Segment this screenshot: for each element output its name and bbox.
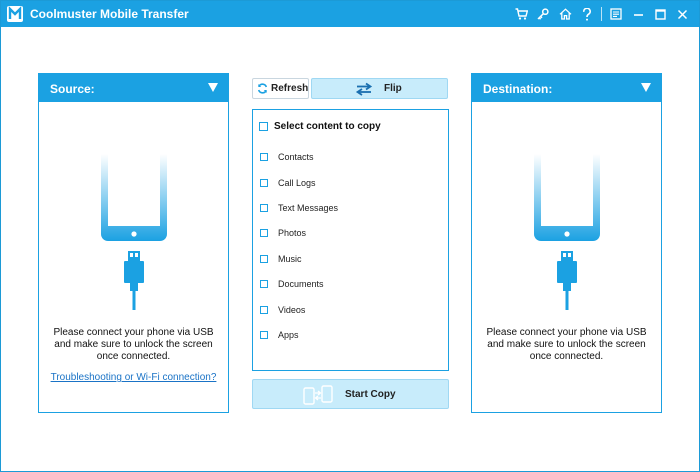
documents-label: Documents bbox=[278, 279, 324, 289]
documents-checkbox[interactable] bbox=[260, 280, 268, 288]
apps-label: Apps bbox=[278, 330, 299, 340]
cart-icon[interactable] bbox=[510, 1, 532, 27]
usb-phone-icon bbox=[527, 154, 607, 314]
music-checkbox[interactable] bbox=[260, 255, 268, 263]
flip-label: Flip bbox=[384, 83, 402, 94]
app-window: Coolmuster Mobile Transfer Source: Pleas… bbox=[0, 0, 700, 472]
destination-connect-message: Please connect your phone via USB and ma… bbox=[486, 327, 647, 362]
home-icon[interactable] bbox=[554, 1, 576, 27]
refresh-button[interactable]: Refresh bbox=[252, 78, 309, 99]
select-all-label: Select content to copy bbox=[274, 121, 381, 132]
contacts-checkbox[interactable] bbox=[260, 153, 268, 161]
destination-dropdown-icon[interactable] bbox=[641, 83, 651, 92]
title-bar-separator bbox=[601, 7, 602, 21]
call-logs-checkbox[interactable] bbox=[260, 179, 268, 187]
help-icon[interactable] bbox=[576, 1, 598, 27]
troubleshooting-link[interactable]: Troubleshooting or Wi-Fi connection? bbox=[39, 372, 228, 383]
source-header-label: Source: bbox=[50, 82, 95, 96]
title-bar-controls bbox=[510, 1, 693, 27]
destination-header-label: Destination: bbox=[483, 82, 553, 96]
start-copy-label: Start Copy bbox=[345, 389, 396, 400]
flip-button[interactable]: Flip bbox=[311, 78, 448, 99]
source-connect-message: Please connect your phone via USB and ma… bbox=[53, 327, 214, 362]
refresh-label: Refresh bbox=[271, 83, 309, 94]
photos-label: Photos bbox=[278, 228, 307, 238]
usb-phone-icon bbox=[94, 154, 174, 314]
title-bar: Coolmuster Mobile Transfer bbox=[1, 1, 699, 27]
destination-panel: Destination: Please connect your phone v… bbox=[471, 73, 662, 413]
key-icon[interactable] bbox=[532, 1, 554, 27]
start-copy-button[interactable]: Start Copy bbox=[252, 379, 449, 409]
text-messages-label: Text Messages bbox=[278, 203, 339, 213]
photos-checkbox[interactable] bbox=[260, 229, 268, 237]
source-panel-header: Source: bbox=[39, 74, 228, 102]
videos-checkbox[interactable] bbox=[260, 306, 268, 314]
text-messages-checkbox[interactable] bbox=[260, 204, 268, 212]
select-all-checkbox[interactable] bbox=[259, 122, 268, 131]
close-icon[interactable] bbox=[671, 1, 693, 27]
app-logo-icon bbox=[7, 6, 23, 22]
videos-label: Videos bbox=[278, 305, 306, 315]
music-label: Music bbox=[278, 254, 302, 264]
source-dropdown-icon[interactable] bbox=[208, 83, 218, 92]
maximize-icon[interactable] bbox=[649, 1, 671, 27]
app-title: Coolmuster Mobile Transfer bbox=[30, 7, 189, 21]
swap-arrows-icon bbox=[355, 82, 373, 99]
source-panel: Source: Please connect your phone via US… bbox=[38, 73, 229, 413]
refresh-icon bbox=[257, 83, 268, 97]
feedback-icon[interactable] bbox=[605, 1, 627, 27]
copy-phones-icon bbox=[303, 385, 333, 410]
content-selection-box: Select content to copy Contacts Call Log… bbox=[252, 109, 449, 371]
apps-checkbox[interactable] bbox=[260, 331, 268, 339]
contacts-label: Contacts bbox=[278, 152, 314, 162]
destination-panel-header: Destination: bbox=[472, 74, 661, 102]
minimize-icon[interactable] bbox=[627, 1, 649, 27]
call-logs-label: Call Logs bbox=[278, 178, 316, 188]
